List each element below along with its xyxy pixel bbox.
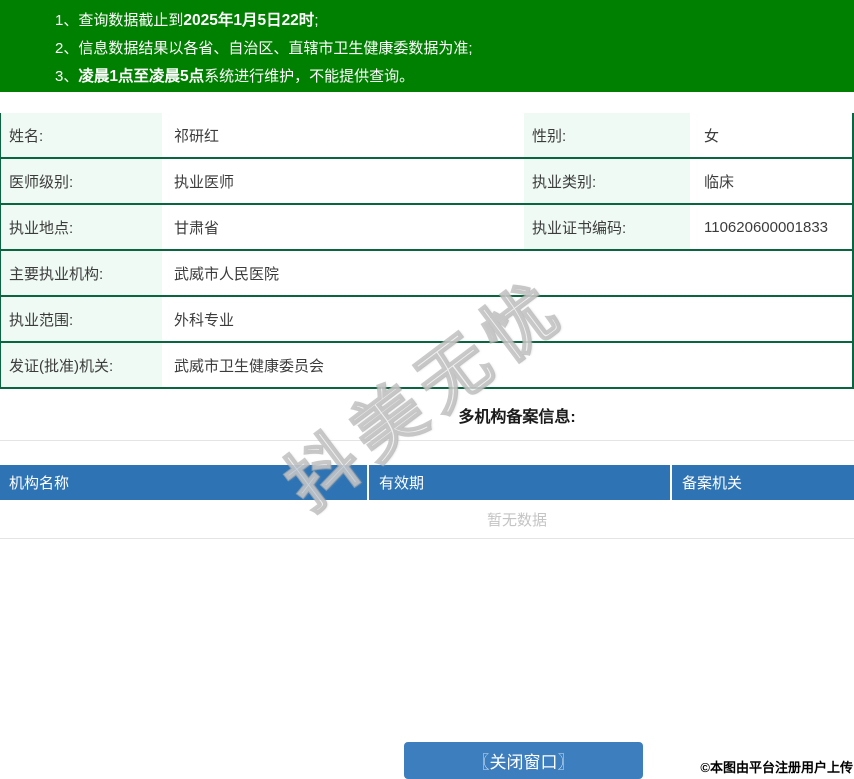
- empty-data-message: 暂无数据: [0, 500, 854, 539]
- notice-bold-text: 2025年1月5日22时: [183, 12, 315, 29]
- multi-institution-section-title: 多机构备案信息:: [458, 408, 576, 426]
- notice-line-1: 1、查询数据截止到2025年1月5日22时;: [55, 7, 854, 35]
- info-row-issuing-authority: 发证(批准)机关: 武威市卫生健康委员会: [1, 343, 852, 389]
- notice-line-3: 3、凌晨1点至凌晨5点系统进行维护，不能提供查询。: [55, 63, 854, 91]
- gender-label: 性别:: [524, 113, 690, 157]
- notice-banner: 1、查询数据截止到2025年1月5日22时; 2、信息数据结果以各省、自治区、直…: [0, 0, 854, 92]
- column-header-validity-period: 有效期: [369, 465, 672, 500]
- issuing-authority-label: 发证(批准)机关:: [1, 343, 162, 387]
- filing-table-header: 机构名称 有效期 备案机关: [0, 465, 854, 500]
- notice-text: 2、信息数据结果以各省、自治区、直辖市卫生健康委数据为准;: [55, 40, 473, 57]
- license-number-value: 110620600001833: [704, 218, 829, 236]
- section-title-row: 多机构备案信息:: [0, 389, 854, 441]
- notice-text: 3、: [55, 68, 79, 85]
- practice-category-label: 执业类别:: [524, 159, 690, 203]
- filing-table: 机构名称 有效期 备案机关 暂无数据: [0, 465, 854, 539]
- attribution-text: ©本图由平台注册用户上传: [700, 760, 853, 775]
- column-header-institution-name: 机构名称: [0, 465, 369, 500]
- practitioner-info-table: 姓名: 祁研红 性别: 女 医师级别: 执业医师 执业类别: 临床 执业地点: …: [0, 113, 854, 389]
- doctor-level-label: 医师级别:: [1, 159, 162, 203]
- close-window-button[interactable]: 〖关闭窗口〗: [404, 742, 643, 779]
- info-row-practice-scope: 执业范围: 外科专业: [1, 297, 852, 343]
- practice-scope-value: 外科专业: [174, 311, 235, 329]
- name-value: 祁研红: [174, 127, 220, 145]
- main-institution-label: 主要执业机构:: [1, 251, 162, 295]
- license-number-label: 执业证书编码:: [524, 205, 690, 249]
- main-institution-value: 武威市人民医院: [174, 265, 280, 283]
- info-row-location-license: 执业地点: 甘肃省 执业证书编码: 110620600001833: [1, 205, 852, 251]
- practice-location-value: 甘肃省: [174, 219, 220, 237]
- info-row-level-category: 医师级别: 执业医师 执业类别: 临床: [1, 159, 852, 205]
- notice-text: 1、查询数据截止到: [55, 12, 184, 29]
- name-label: 姓名:: [1, 113, 162, 157]
- doctor-level-value: 执业医师: [174, 173, 235, 191]
- practice-scope-label: 执业范围:: [1, 297, 162, 341]
- gender-value: 女: [704, 127, 720, 145]
- practice-location-label: 执业地点:: [1, 205, 162, 249]
- info-row-main-institution: 主要执业机构: 武威市人民医院: [1, 251, 852, 297]
- notice-line-2: 2、信息数据结果以各省、自治区、直辖市卫生健康委数据为准;: [55, 35, 854, 63]
- notice-text: ;: [314, 12, 319, 29]
- notice-bold-text: 凌晨1点至凌晨5点: [78, 68, 205, 85]
- column-header-filing-authority: 备案机关: [682, 475, 743, 492]
- notice-text: 系统进行维护，不能提供查询。: [204, 68, 415, 85]
- issuing-authority-value: 武威市卫生健康委员会: [174, 357, 325, 375]
- practice-category-value: 临床: [704, 173, 735, 191]
- info-row-name-gender: 姓名: 祁研红 性别: 女: [1, 113, 852, 159]
